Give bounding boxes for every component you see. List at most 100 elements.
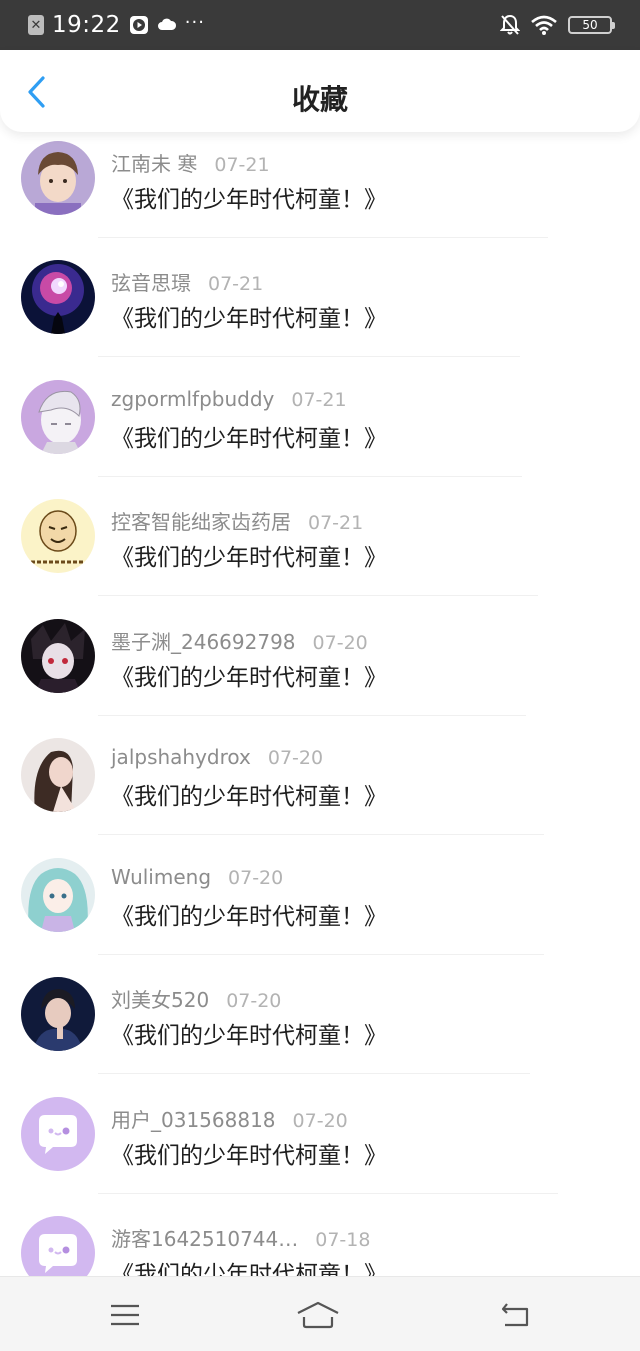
- default-avatar-chat-icon: [21, 1097, 95, 1171]
- divider: [98, 715, 526, 716]
- system-back-button[interactable]: [494, 1297, 538, 1333]
- list-item[interactable]: 江南未 寒 07-21 《我们的少年时代柯童！》: [0, 132, 640, 251]
- item-title[interactable]: 《我们的少年时代柯童！》: [111, 180, 387, 214]
- item-date: 07-21: [214, 154, 270, 176]
- divider: [98, 834, 544, 835]
- bottom-nav-bar: [0, 1276, 640, 1351]
- galaxy-image-icon: [21, 260, 95, 334]
- avatar[interactable]: [21, 619, 95, 693]
- page-title: 收藏: [291, 83, 348, 116]
- item-date: 07-21: [208, 273, 264, 295]
- dark-anime-icon: [21, 619, 95, 693]
- item-meta: zgpormlfpbuddy 07-21: [111, 387, 347, 411]
- user-name[interactable]: 江南未 寒: [111, 148, 197, 177]
- item-title[interactable]: 《我们的少年时代柯童！》: [111, 1255, 387, 1278]
- avatar[interactable]: [21, 977, 95, 1051]
- item-date: 07-20: [228, 867, 284, 889]
- close-box-icon: ✕: [28, 15, 44, 35]
- list-item[interactable]: Wulimeng 07-20 《我们的少年时代柯童！》: [0, 849, 640, 968]
- divider: [98, 476, 522, 477]
- item-title[interactable]: 《我们的少年时代柯童！》: [111, 1016, 387, 1050]
- media-play-icon: [129, 16, 148, 34]
- home-icon: [297, 1301, 339, 1329]
- user-name[interactable]: jalpshahydrox: [111, 745, 251, 769]
- item-meta: 墨子渊_246692798 07-20: [111, 626, 368, 655]
- user-name[interactable]: 控客智能绌家齿药居: [111, 506, 291, 535]
- list-item[interactable]: 控客智能绌家齿药居 07-21 《我们的少年时代柯童！》: [0, 490, 640, 609]
- menu-button[interactable]: [103, 1297, 147, 1333]
- meme-face-icon: [21, 499, 95, 573]
- user-photo-icon: [21, 738, 95, 812]
- item-meta: Wulimeng 07-20: [111, 865, 283, 889]
- item-date: 07-18: [315, 1229, 371, 1251]
- avatar[interactable]: [21, 738, 95, 812]
- avatar[interactable]: [21, 1216, 95, 1278]
- item-title[interactable]: 《我们的少年时代柯童！》: [111, 419, 387, 453]
- avatar[interactable]: [21, 260, 95, 334]
- item-date: 07-20: [312, 632, 368, 654]
- user-name[interactable]: 墨子渊_246692798: [111, 626, 296, 655]
- battery-level: 50: [582, 18, 598, 32]
- item-meta: 弦音思璟 07-21: [111, 267, 263, 296]
- user-photo-icon: [21, 977, 95, 1051]
- user-name[interactable]: 用户_031568818: [111, 1104, 276, 1133]
- list-item[interactable]: 游客1642510744… 07-18 《我们的少年时代柯童！》: [0, 1207, 640, 1278]
- list-item[interactable]: 刘美女520 07-20 《我们的少年时代柯童！》: [0, 968, 640, 1087]
- item-meta: 用户_031568818 07-20: [111, 1104, 348, 1133]
- user-name[interactable]: 游客1642510744…: [111, 1223, 298, 1252]
- item-meta: 刘美女520 07-20: [111, 984, 281, 1013]
- list-item[interactable]: 弦音思璟 07-21 《我们的少年时代柯童！》: [0, 251, 640, 370]
- item-meta: 控客智能绌家齿药居 07-21: [111, 506, 363, 535]
- item-meta: 游客1642510744… 07-18: [111, 1223, 370, 1252]
- item-title[interactable]: 《我们的少年时代柯童！》: [111, 299, 387, 333]
- divider: [98, 954, 544, 955]
- item-title[interactable]: 《我们的少年时代柯童！》: [111, 777, 387, 811]
- divider: [98, 237, 548, 238]
- page-header: 收藏: [0, 50, 640, 132]
- avatar[interactable]: [21, 499, 95, 573]
- item-title[interactable]: 《我们的少年时代柯童！》: [111, 1136, 387, 1170]
- status-bar-left: ✕ 19:22 ···: [28, 10, 205, 40]
- item-meta: 江南未 寒 07-21: [111, 148, 270, 177]
- item-date: 07-20: [292, 1110, 348, 1132]
- user-name[interactable]: zgpormlfpbuddy: [111, 387, 274, 411]
- item-meta: jalpshahydrox 07-20: [111, 745, 323, 769]
- item-title[interactable]: 《我们的少年时代柯童！》: [111, 897, 387, 931]
- status-more: ···: [184, 11, 205, 33]
- divider: [98, 356, 520, 357]
- anime-sketch-icon: [21, 380, 95, 454]
- status-bar: ✕ 19:22 ··· 50: [0, 0, 640, 50]
- bell-off-icon: [500, 14, 520, 35]
- user-photo-icon: [21, 141, 95, 215]
- home-button[interactable]: [296, 1297, 340, 1333]
- avatar[interactable]: [21, 141, 95, 215]
- battery-icon: 50: [568, 16, 615, 34]
- divider: [98, 595, 538, 596]
- user-name[interactable]: 弦音思璟: [111, 267, 191, 296]
- anime-girl-icon: [21, 858, 95, 932]
- user-name[interactable]: Wulimeng: [111, 865, 211, 889]
- default-avatar-chat-icon: [21, 1216, 95, 1278]
- list-item[interactable]: 墨子渊_246692798 07-20 《我们的少年时代柯童！》: [0, 610, 640, 729]
- list-item[interactable]: 用户_031568818 07-20 《我们的少年时代柯童！》: [0, 1088, 640, 1207]
- item-title[interactable]: 《我们的少年时代柯童！》: [111, 538, 387, 572]
- item-date: 07-21: [291, 389, 347, 411]
- list-item[interactable]: zgpormlfpbuddy 07-21 《我们的少年时代柯童！》: [0, 371, 640, 490]
- list-item[interactable]: jalpshahydrox 07-20 《我们的少年时代柯童！》: [0, 729, 640, 848]
- item-date: 07-20: [267, 747, 324, 769]
- divider: [98, 1073, 530, 1074]
- menu-icon: [111, 1304, 139, 1326]
- item-date: 07-20: [226, 990, 282, 1012]
- avatar[interactable]: [21, 380, 95, 454]
- status-time: 19:22: [52, 12, 121, 38]
- back-icon: [501, 1303, 529, 1327]
- avatar[interactable]: [21, 1097, 95, 1171]
- divider: [98, 1193, 558, 1194]
- wifi-icon: [531, 15, 557, 35]
- item-title[interactable]: 《我们的少年时代柯童！》: [111, 658, 387, 692]
- cloud-icon: [157, 18, 176, 30]
- avatar[interactable]: [21, 858, 95, 932]
- status-bar-right: 50: [500, 10, 615, 40]
- user-name[interactable]: 刘美女520: [111, 984, 209, 1013]
- favorites-list[interactable]: 江南未 寒 07-21 《我们的少年时代柯童！》 弦音思璟 07-21 《我们的…: [0, 132, 640, 1278]
